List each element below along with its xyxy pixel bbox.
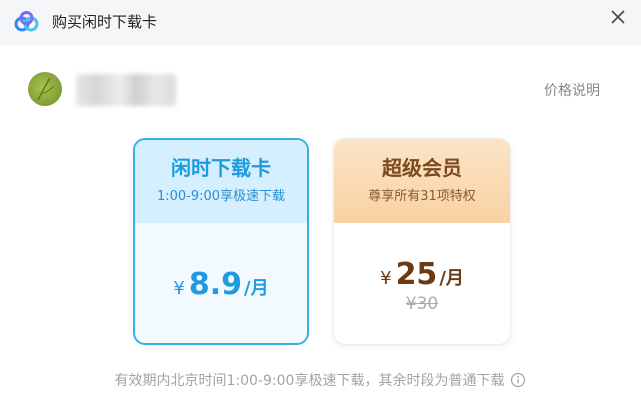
price-unit: /月 — [244, 278, 269, 299]
username-blurred — [76, 74, 176, 106]
plan-price: ¥25/月 — [334, 257, 510, 292]
price-value: 25 — [395, 257, 438, 292]
window-title: 购买闲时下载卡 — [52, 13, 158, 31]
plan-card-idle-download[interactable]: 闲时下载卡 1:00-9:00享极速下载 ¥8.9/月 — [133, 138, 309, 345]
original-price: ¥30 — [405, 294, 439, 314]
plan-price: ¥8.9/月 — [135, 267, 307, 302]
validity-footnote: 有效期内北京时间1:00-9:00享极速下载，其余时段为普通下载 — [0, 372, 641, 390]
avatar — [28, 72, 62, 106]
plan-title: 超级会员 — [382, 156, 462, 180]
currency-symbol: ¥ — [380, 268, 392, 289]
info-icon[interactable] — [510, 372, 526, 388]
footnote-text: 有效期内北京时间1:00-9:00享极速下载，其余时段为普通下载 — [114, 373, 505, 389]
plan-subtitle: 1:00-9:00享极速下载 — [156, 189, 286, 204]
plan-card-header: 超级会员 尊享所有31项特权 — [334, 139, 510, 223]
price-explanation-link[interactable]: 价格说明 — [544, 80, 600, 100]
title-bar: 购买闲时下载卡 — [0, 0, 641, 46]
plan-title: 闲时下载卡 — [171, 156, 271, 180]
close-icon[interactable] — [606, 5, 630, 29]
price-value: 8.9 — [188, 267, 243, 302]
plan-card-header: 闲时下载卡 1:00-9:00享极速下载 — [135, 140, 307, 223]
plan-card-super-vip[interactable]: 超级会员 尊享所有31项特权 ¥25/月 ¥30 — [333, 138, 511, 345]
price-unit: /月 — [439, 268, 464, 289]
currency-symbol: ¥ — [173, 278, 185, 299]
cloud-logo-icon — [14, 11, 39, 32]
avatar-image — [37, 77, 55, 101]
plan-subtitle: 尊享所有31项特权 — [368, 189, 476, 204]
